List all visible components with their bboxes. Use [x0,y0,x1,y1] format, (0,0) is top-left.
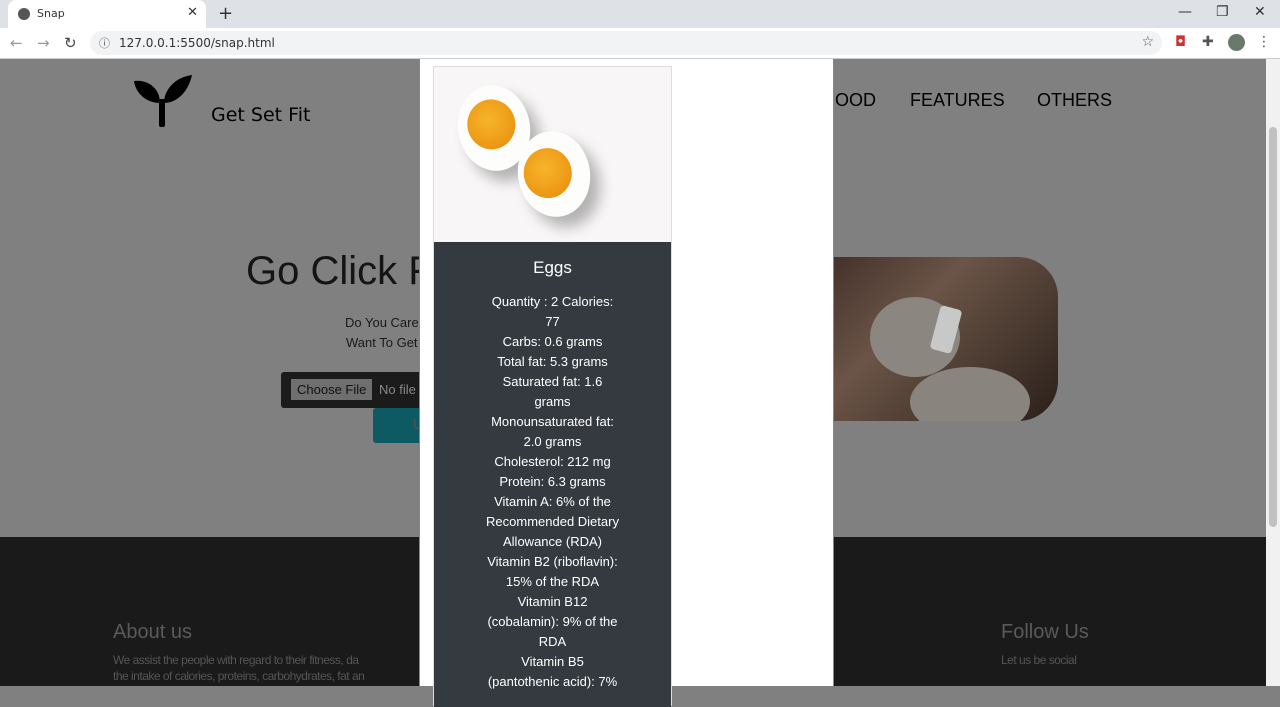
url-text: 127.0.0.1:5500/snap.html [119,36,275,50]
card-body: Eggs Quantity : 2 Calories: 77 Carbs: 0.6 … [434,242,671,707]
nutrition-line: Quantity : 2 Calories: [491,294,614,309]
nutrition-line: Carbs: 0.6 grams [502,334,603,349]
url-input[interactable]: ⓘ 127.0.0.1:5500/snap.html ☆ [90,31,1162,55]
sprout-logo-icon [134,75,192,127]
nutrition-line: Monounsaturated fat: [491,414,614,429]
close-tab-icon[interactable]: ✕ [187,5,198,20]
hero-text-line: Do You Care [345,315,419,330]
card-title: Eggs [533,258,572,277]
choose-file-button[interactable]: Choose File [291,379,373,400]
footer-about-text: We assist the people with regard to thei… [113,653,359,667]
forward-icon[interactable]: → [37,34,50,52]
nutrition-line: Protein: 6.3 grams [499,474,606,489]
scrollbar[interactable] [1266,59,1280,686]
nutrition-line: Cholesterol: 212 mg [494,454,611,469]
back-icon[interactable]: ← [10,34,23,52]
new-tab-icon[interactable]: + [218,3,233,24]
tab-snap[interactable]: Snap ✕ [8,0,206,28]
minimize-icon[interactable]: — [1178,4,1192,20]
nutrition-line: 15% of the RDA [505,574,600,589]
footer-about-text: the intake of calories, proteins, carboh… [113,669,365,683]
result-modal: Eggs Quantity : 2 Calories: 77 Carbs: 0.6 … [419,59,834,707]
nutrition-line: Vitamin A: 6% of the [494,494,611,509]
tab-title: Snap [37,7,65,20]
bookmark-star-icon[interactable]: ☆ [1141,34,1154,50]
nutrition-line: Recommended Dietary [486,514,619,529]
pocket-icon[interactable]: ◘ [1175,34,1186,50]
nav-features[interactable]: FEATURES [910,90,1005,111]
nutrition-line: 77 [545,314,560,329]
nutrition-line: Vitamin B2 (riboflavin): [487,554,618,569]
avatar[interactable] [1228,34,1245,51]
footer-follow-text: Let us be social [1001,653,1077,667]
address-bar-row: ← → ↻ ⓘ 127.0.0.1:5500/snap.html ☆ ◘ ✚ ⋮ [0,28,1280,59]
scrollbar-thumb[interactable] [1269,127,1277,527]
nutrition-line: RDA [538,634,567,649]
nav-food[interactable]: OOD [835,90,876,111]
nutrition-line: Saturated fat: 1.6 [502,374,603,389]
footer-about-title: About us [113,621,192,643]
menu-icon[interactable]: ⋮ [1257,34,1271,50]
nutrition-line: Vitamin B12 [517,594,588,609]
globe-icon [18,8,30,20]
nutrition-line: Total fat: 5.3 grams [497,354,608,369]
extensions-icon[interactable]: ✚ [1202,34,1214,50]
nutrition-line: Allowance (RDA) [503,534,602,549]
tab-bar: Snap ✕ + — ❐ ✕ [0,0,1280,28]
nutrition-line: 2.0 grams [523,434,582,449]
food-card: Eggs Quantity : 2 Calories: 77 Carbs: 0.6 … [433,66,672,707]
eggs-image [434,67,671,242]
hero-text-line: Want To Get [346,335,418,350]
close-window-icon[interactable]: ✕ [1254,4,1266,20]
brand-name: Get Set Fit [211,104,311,126]
info-icon: ⓘ [99,37,110,50]
reload-icon[interactable]: ↻ [64,34,77,52]
restore-icon[interactable]: ❐ [1216,4,1229,20]
file-status: No file [379,382,416,397]
nutrition-line: grams [534,394,571,409]
nutrition-line: Vitamin B5 [521,654,584,669]
hero-title: Go Click F [246,249,433,293]
nutrition-line: (cobalamin): 9% of the [487,614,618,629]
footer-follow-title: Follow Us [1001,621,1089,643]
nutrition-line: (pantothenic acid): 7% [487,674,618,689]
nav-others[interactable]: OTHERS [1037,90,1112,111]
hero-photo [800,257,1058,421]
